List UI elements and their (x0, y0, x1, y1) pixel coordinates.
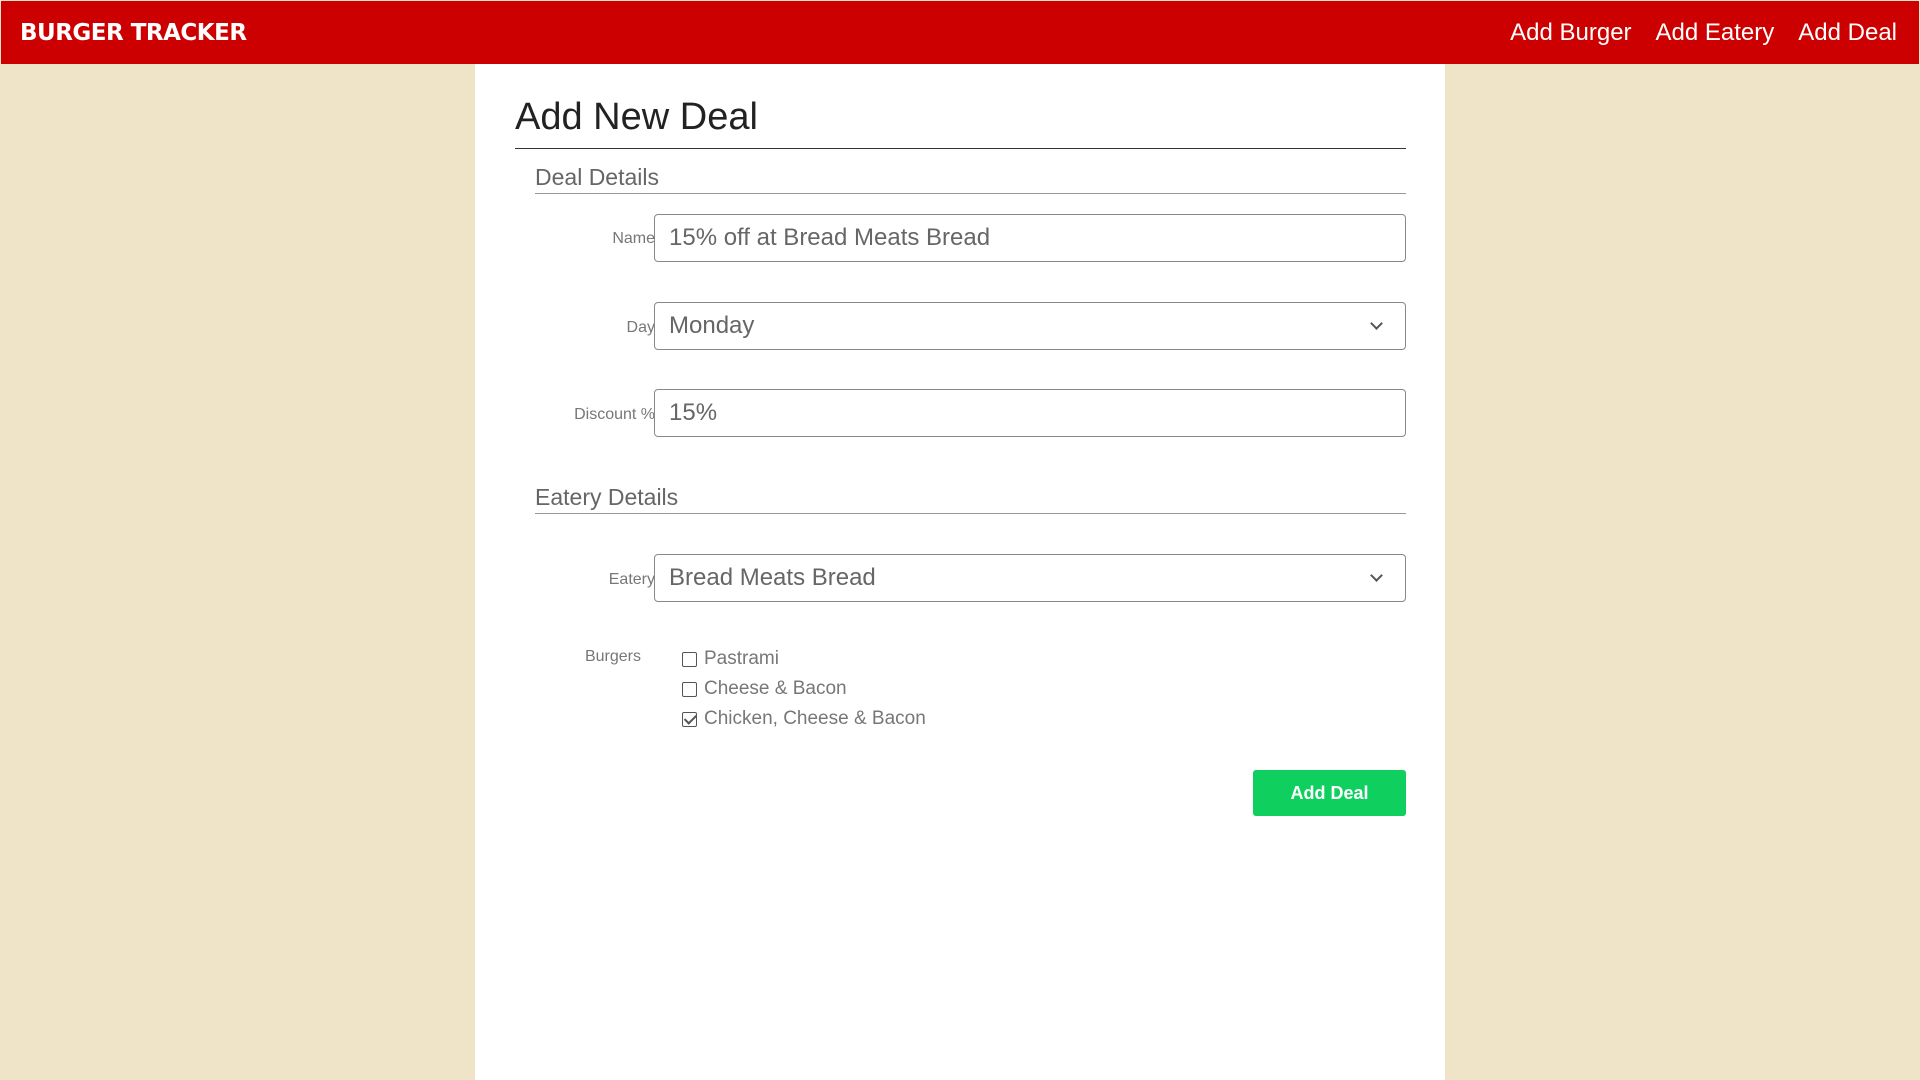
page-title: Add New Deal (515, 96, 758, 138)
checkbox-checked[interactable] (682, 711, 697, 727)
day-select-value: Monday (669, 312, 755, 339)
burger-option-label: Chicken, Cheese & Bacon (704, 708, 926, 729)
eatery-details-heading: Eatery Details (535, 484, 679, 510)
nav-add-deal-link[interactable]: Add Deal (1798, 19, 1897, 47)
nav-links: Add Burger Add Eatery Add Deal (1486, 19, 1897, 47)
chevron-down-icon (1370, 317, 1383, 330)
burger-option-label: Pastrami (704, 648, 779, 669)
main-content-panel: Add New Deal Deal Details Name 15% off a… (475, 64, 1445, 1080)
day-label: Day (626, 319, 655, 336)
nav-add-burger-link[interactable]: Add Burger (1510, 19, 1631, 47)
chevron-down-icon (1370, 569, 1383, 582)
name-input-value: 15% off at Bread Meats Bread (669, 224, 991, 251)
day-select[interactable]: Monday (654, 302, 1406, 350)
deal-details-heading: Deal Details (535, 164, 659, 190)
burger-option-cheese-bacon[interactable]: Cheese & Bacon (682, 674, 926, 704)
nav-add-eatery-link[interactable]: Add Eatery (1656, 19, 1775, 47)
burger-option-label: Cheese & Bacon (704, 678, 847, 699)
burger-option-chicken-cheese-bacon[interactable]: Chicken, Cheese & Bacon (682, 704, 926, 734)
title-divider (515, 148, 1406, 149)
brand-logo[interactable]: BURGER TRACKER (20, 20, 247, 46)
burger-option-pastrami[interactable]: Pastrami (682, 644, 926, 674)
name-label: Name (612, 230, 655, 247)
name-input[interactable]: 15% off at Bread Meats Bread (654, 214, 1406, 262)
eatery-details-divider (535, 513, 1406, 514)
checkbox[interactable] (682, 681, 697, 697)
top-navbar: BURGER TRACKER Add Burger Add Eatery Add… (1, 1, 1919, 64)
add-deal-button[interactable]: Add Deal (1253, 770, 1406, 816)
discount-input[interactable]: 15% (654, 389, 1406, 437)
discount-input-value: 15% (669, 399, 718, 426)
burgers-label: Burgers (584, 648, 641, 665)
eatery-select-value: Bread Meats Bread (669, 564, 876, 591)
deal-details-divider (535, 193, 1406, 194)
checkbox[interactable] (682, 651, 697, 667)
burgers-checkbox-list: Pastrami Cheese & Bacon Chicken, Cheese … (682, 644, 926, 734)
eatery-label: Eatery (608, 571, 655, 588)
discount-label: Discount % (574, 406, 655, 423)
eatery-select[interactable]: Bread Meats Bread (654, 554, 1406, 602)
